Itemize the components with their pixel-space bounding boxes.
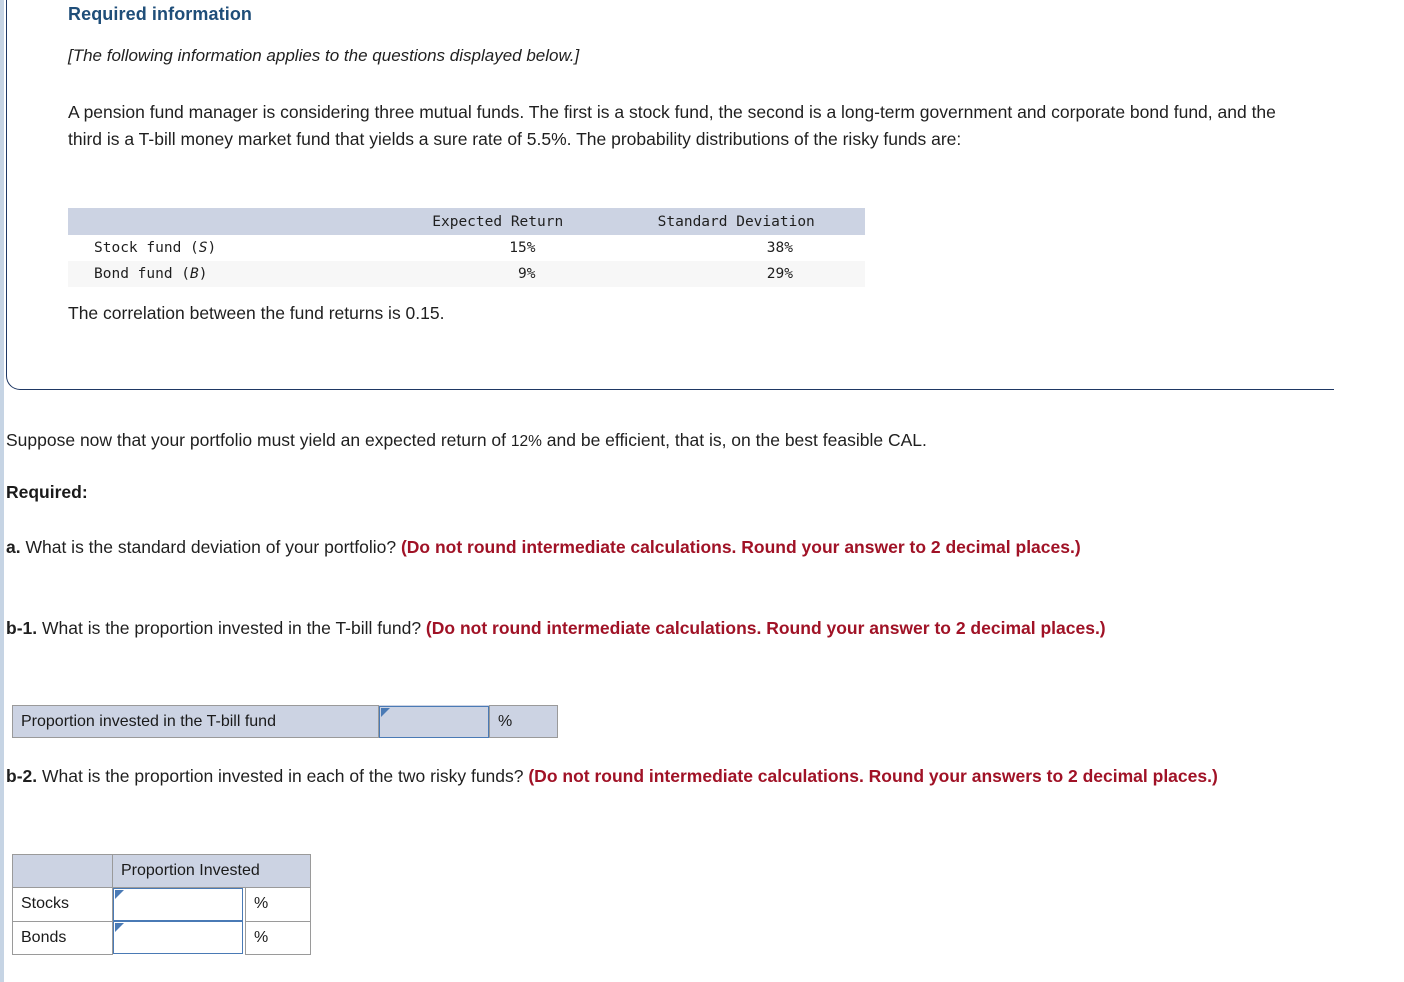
b1-answer-table: Proportion invested in the T-bill fund %	[12, 705, 558, 738]
part-a-tag: a.	[6, 537, 21, 557]
b2-bonds-input-cell[interactable]	[112, 921, 246, 954]
part-b2-rounding-note: (Do not round intermediate calculations.…	[528, 766, 1218, 786]
b2-answer-table: Proportion Invested Stocks % Bonds %	[12, 854, 311, 955]
row-label-stock-symbol: S	[198, 240, 208, 256]
b2-stocks-input-cell[interactable]	[112, 887, 246, 921]
row-label-bond-prefix: Bond fund (	[94, 266, 191, 282]
table-header-row: Proportion Invested	[12, 854, 311, 888]
table-row: Bond fund (B) 9% 29%	[68, 261, 865, 287]
row-label-stock-prefix: Stock fund (	[94, 240, 199, 256]
suppose-return-value: 12%	[510, 433, 542, 450]
part-b1-rounding-note: (Do not round intermediate calculations.…	[425, 618, 1106, 638]
correlation-statement: The correlation between the fund returns…	[68, 303, 445, 323]
part-b2-tag: b-2.	[6, 766, 38, 786]
b1-percent-unit: %	[489, 705, 558, 738]
b2-stocks-percent-unit: %	[245, 887, 311, 922]
b2-bonds-percent-unit: %	[245, 920, 311, 955]
b1-row-label: Proportion invested in the T-bill fund	[12, 705, 379, 738]
stock-expected-return: 15%	[388, 235, 608, 261]
b2-column-header: Proportion Invested	[112, 854, 311, 888]
part-b1-tag: b-1.	[6, 618, 38, 638]
bond-expected-return: 9%	[388, 261, 608, 287]
row-label-bond-suffix: )	[198, 266, 208, 282]
row-label-stock-suffix: )	[207, 240, 217, 256]
column-header-standard-deviation: Standard Deviation	[607, 208, 865, 235]
left-edge-rail	[0, 0, 4, 982]
stocks-proportion-input[interactable]	[113, 888, 243, 921]
column-header-blank	[68, 208, 388, 235]
row-label-bond-fund: Bond fund (B)	[68, 261, 388, 287]
applies-note: [The following information applies to th…	[68, 46, 580, 65]
problem-statement: A pension fund manager is considering th…	[68, 102, 1276, 149]
panel-bottom-divider	[20, 389, 1333, 390]
suppose-text-pre: Suppose now that your portfolio must yie…	[6, 430, 511, 450]
table-row: Proportion invested in the T-bill fund %	[12, 705, 558, 738]
table-row: Bonds %	[12, 920, 311, 955]
table-row: Stocks %	[12, 887, 311, 922]
bonds-proportion-input[interactable]	[113, 921, 243, 954]
t-bill-proportion-input[interactable]	[379, 705, 489, 738]
b2-row-label-stocks: Stocks	[12, 887, 113, 922]
part-a-text: What is the standard deviation of your p…	[20, 537, 401, 557]
question-part-b2: b-2. What is the proportion invested in …	[6, 763, 1398, 790]
part-b2-text: What is the proportion invested in each …	[37, 766, 529, 786]
part-b1-text: What is the proportion invested in the T…	[37, 618, 426, 638]
page-title: Required information	[68, 4, 253, 24]
table-header-row: Expected Return Standard Deviation	[68, 208, 865, 235]
part-a-rounding-note: (Do not round intermediate calculations.…	[400, 537, 1081, 557]
b2-corner-header	[12, 854, 113, 888]
b1-input-cell[interactable]	[378, 705, 490, 738]
suppose-text-post: and be efficient, that is, on the best f…	[541, 430, 927, 450]
fund-data-table: Expected Return Standard Deviation Stock…	[68, 208, 865, 287]
question-part-a: a. What is the standard deviation of you…	[6, 534, 1398, 561]
column-header-expected-return: Expected Return	[388, 208, 608, 235]
b2-row-label-bonds: Bonds	[12, 920, 113, 955]
question-part-b1: b-1. What is the proportion invested in …	[6, 615, 1398, 642]
row-label-bond-symbol: B	[190, 266, 199, 282]
suppose-statement: Suppose now that your portfolio must yie…	[6, 427, 1386, 455]
row-label-stock-fund: Stock fund (S)	[68, 235, 388, 261]
required-label: Required:	[6, 482, 88, 502]
table-row: Stock fund (S) 15% 38%	[68, 235, 865, 261]
stock-standard-deviation: 38%	[607, 235, 865, 261]
bond-standard-deviation: 29%	[607, 261, 865, 287]
